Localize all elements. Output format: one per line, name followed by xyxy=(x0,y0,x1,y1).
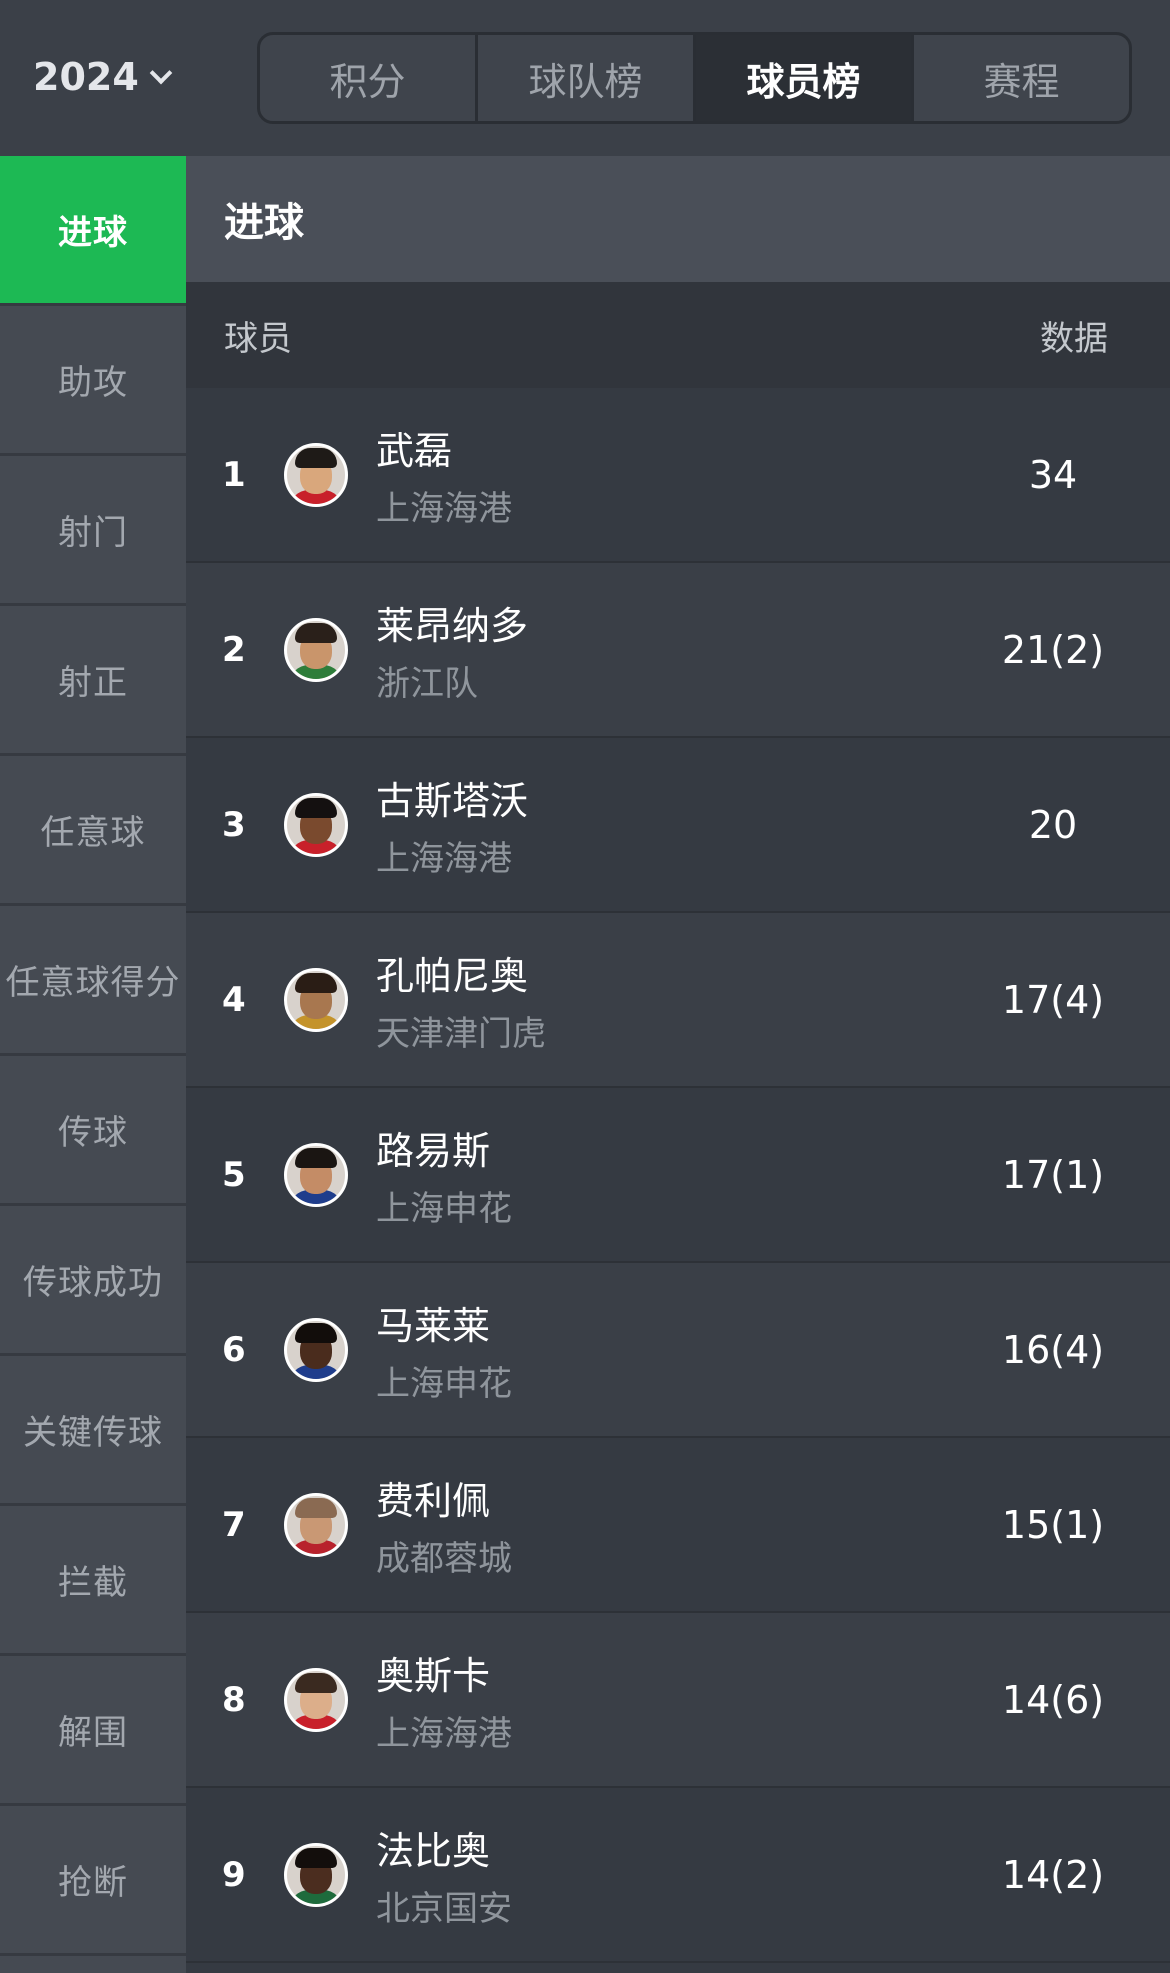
player-team: 上海海港 xyxy=(376,838,512,879)
tab-player-rankings[interactable]: 球员榜 xyxy=(696,35,914,121)
rank-number: 4 xyxy=(222,979,246,1020)
sidebar-item-interceptions[interactable]: 拦截 xyxy=(0,1506,186,1656)
stat-value: 15(1) xyxy=(1001,1502,1105,1547)
column-stat: 数据 xyxy=(1040,318,1108,359)
player-team: 上海申花 xyxy=(376,1188,512,1229)
tab-schedule[interactable]: 赛程 xyxy=(914,35,1129,121)
table-row[interactable]: 6 马莱莱上海申花 16(4) xyxy=(186,1263,1170,1438)
stat-value: 21(2) xyxy=(1001,627,1105,672)
table-row[interactable]: 8 奥斯卡上海海港 14(6) xyxy=(186,1613,1170,1788)
player-team: 上海申花 xyxy=(376,1363,512,1404)
rank-number: 5 xyxy=(222,1154,246,1195)
player-name: 法比奥 xyxy=(376,1828,491,1873)
rank-number: 1 xyxy=(222,454,246,495)
year-selector[interactable]: 2024 xyxy=(33,52,173,102)
tab-standings[interactable]: 积分 xyxy=(260,35,478,121)
rank-number: 6 xyxy=(222,1329,246,1370)
player-avatar xyxy=(284,1667,348,1732)
column-player: 球员 xyxy=(224,318,292,359)
player-avatar xyxy=(284,617,348,682)
rank-number: 3 xyxy=(222,804,246,845)
rank-number: 9 xyxy=(222,1854,246,1895)
player-avatar xyxy=(284,1842,348,1907)
stat-value: 20 xyxy=(1028,802,1078,847)
tab-team-rankings[interactable]: 球队榜 xyxy=(478,35,696,121)
player-team: 上海海港 xyxy=(376,488,512,529)
player-name: 路易斯 xyxy=(376,1128,491,1173)
chevron-down-icon xyxy=(149,61,173,85)
tab-bar: 积分 球队榜 球员榜 赛程 xyxy=(257,32,1132,124)
table-row[interactable]: 3 古斯塔沃上海海港 20 xyxy=(186,738,1170,913)
sidebar-item-assists[interactable]: 助攻 xyxy=(0,306,186,456)
sidebar-item-goals[interactable]: 进球 xyxy=(0,156,186,306)
section-title: 进球 xyxy=(186,156,1170,282)
player-team: 北京国安 xyxy=(376,1888,512,1929)
table-header: 球员 数据 xyxy=(186,282,1170,388)
stat-category-sidebar: 进球 助攻 射门 射正 任意球 任意球得分 传球 传球成功 关键传球 拦截 解围… xyxy=(0,156,186,1973)
table-row[interactable]: 7 费利佩成都蓉城 15(1) xyxy=(186,1438,1170,1613)
stat-value: 34 xyxy=(1028,452,1078,497)
sidebar-item-free-kicks[interactable]: 任意球 xyxy=(0,756,186,906)
sidebar-item-shots[interactable]: 射门 xyxy=(0,456,186,606)
stat-value: 17(4) xyxy=(1001,977,1105,1022)
player-name: 马莱莱 xyxy=(376,1303,491,1348)
sidebar-item-passes[interactable]: 传球 xyxy=(0,1056,186,1206)
player-team: 浙江队 xyxy=(376,663,478,704)
table-row[interactable]: 9 法比奥北京国安 14(2) xyxy=(186,1788,1170,1963)
player-name: 莱昂纳多 xyxy=(376,603,529,648)
table-row[interactable]: 4 孔帕尼奥天津津门虎 17(4) xyxy=(186,913,1170,1088)
player-name: 孔帕尼奥 xyxy=(376,953,529,998)
stat-value: 17(1) xyxy=(1001,1152,1105,1197)
top-bar: 2024 积分 球队榜 球员榜 赛程 xyxy=(0,0,1170,156)
sidebar-item-shots-on-target[interactable]: 射正 xyxy=(0,606,186,756)
player-avatar xyxy=(284,1492,348,1557)
player-team: 天津津门虎 xyxy=(376,1013,546,1054)
stat-value: 16(4) xyxy=(1001,1327,1105,1372)
table-row[interactable]: 2 莱昂纳多浙江队 21(2) xyxy=(186,563,1170,738)
sidebar-item-tackles[interactable]: 抢断 xyxy=(0,1806,186,1956)
table-row[interactable]: 1 武磊上海海港 34 xyxy=(186,388,1170,563)
stat-value: 14(2) xyxy=(1001,1852,1105,1897)
sidebar-item-key-passes[interactable]: 关键传球 xyxy=(0,1356,186,1506)
table-row[interactable]: 5 路易斯上海申花 17(1) xyxy=(186,1088,1170,1263)
player-name: 奥斯卡 xyxy=(376,1653,491,1698)
player-name: 费利佩 xyxy=(376,1478,491,1523)
rank-number: 8 xyxy=(222,1679,246,1720)
player-name: 古斯塔沃 xyxy=(376,778,529,823)
player-team: 成都蓉城 xyxy=(376,1538,512,1579)
player-name: 武磊 xyxy=(376,428,453,473)
rankings-panel: 进球 球员 数据 1 武磊 上海海港 34 2 莱昂纳多 浙江队 21(2) 3 古… xyxy=(186,156,1170,1973)
player-avatar xyxy=(284,967,348,1032)
player-avatar xyxy=(284,1317,348,1382)
rank-number: 7 xyxy=(222,1504,246,1545)
player-avatar xyxy=(284,792,348,857)
year-label: 2024 xyxy=(33,55,139,99)
sidebar-item-clearances[interactable]: 解围 xyxy=(0,1656,186,1806)
rank-number: 2 xyxy=(222,629,246,670)
player-team: 上海海港 xyxy=(376,1713,512,1754)
player-avatar xyxy=(284,1142,348,1207)
stat-value: 14(6) xyxy=(1001,1677,1105,1722)
player-avatar xyxy=(284,442,348,507)
sidebar-item-free-kick-goals[interactable]: 任意球得分 xyxy=(0,906,186,1056)
sidebar-item-successful-passes[interactable]: 传球成功 xyxy=(0,1206,186,1356)
